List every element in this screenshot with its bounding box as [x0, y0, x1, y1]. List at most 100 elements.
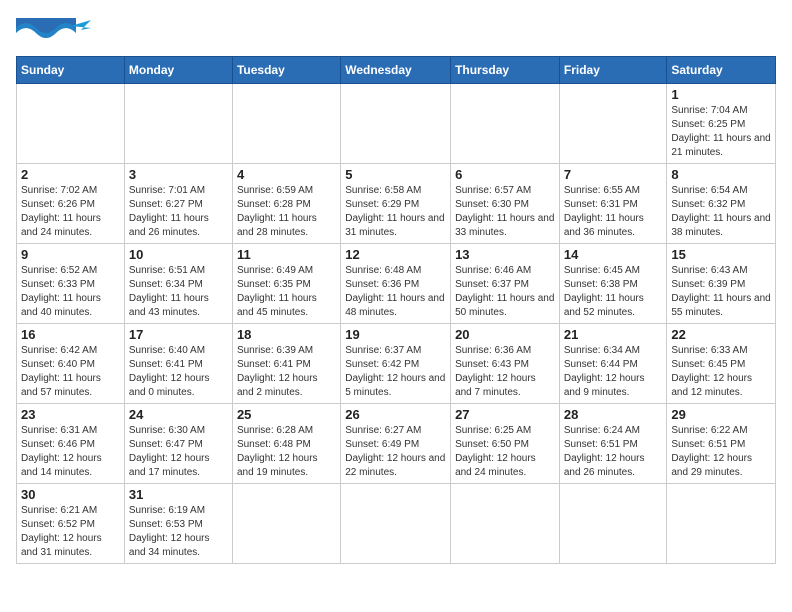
weekday-header-sunday: Sunday — [17, 57, 125, 84]
day-number: 16 — [21, 327, 120, 342]
day-info: Sunrise: 6:30 AM Sunset: 6:47 PM Dayligh… — [129, 424, 228, 480]
day-number: 15 — [671, 247, 771, 262]
day-info: Sunrise: 6:57 AM Sunset: 6:30 PM Dayligh… — [455, 184, 555, 240]
day-cell: 23 Sunrise: 6:31 AM Sunset: 6:46 PM Dayli… — [17, 404, 125, 484]
day-cell: 19 Sunrise: 6:37 AM Sunset: 6:42 PM Dayli… — [341, 324, 451, 404]
day-cell: 17Sunrise: 6:40 AM Sunset: 6:41 PM Dayli… — [124, 324, 232, 404]
day-info: Sunrise: 6:48 AM Sunset: 6:36 PM Dayligh… — [345, 264, 446, 320]
day-number: 1 — [671, 87, 771, 102]
day-cell — [124, 84, 232, 164]
day-cell: 12Sunrise: 6:48 AM Sunset: 6:36 PM Dayli… — [341, 244, 451, 324]
day-cell — [341, 484, 451, 564]
day-cell: 14 Sunrise: 6:45 AM Sunset: 6:38 PM Dayli… — [559, 244, 667, 324]
page-header — [16, 16, 776, 48]
weekday-header-saturday: Saturday — [667, 57, 776, 84]
day-number: 28 — [564, 407, 663, 422]
day-info: Sunrise: 6:24 AM Sunset: 6:51 PM Dayligh… — [564, 424, 663, 480]
day-info: Sunrise: 6:42 AM Sunset: 6:40 PM Dayligh… — [21, 344, 120, 400]
weekday-header-monday: Monday — [124, 57, 232, 84]
day-info: Sunrise: 6:51 AM Sunset: 6:34 PM Dayligh… — [129, 264, 228, 320]
day-number: 25 — [237, 407, 336, 422]
day-cell: 24 Sunrise: 6:30 AM Sunset: 6:47 PM Dayli… — [124, 404, 232, 484]
day-number: 24 — [129, 407, 228, 422]
week-row-3: 9 Sunrise: 6:52 AM Sunset: 6:33 PM Daylig… — [17, 244, 776, 324]
day-info: Sunrise: 6:54 AM Sunset: 6:32 PM Dayligh… — [671, 184, 771, 240]
day-info: Sunrise: 6:58 AM Sunset: 6:29 PM Dayligh… — [345, 184, 446, 240]
day-cell: 21Sunrise: 6:34 AM Sunset: 6:44 PM Dayli… — [559, 324, 667, 404]
day-cell: 2 Sunrise: 7:02 AM Sunset: 6:26 PM Daylig… — [17, 164, 125, 244]
day-cell: 28 Sunrise: 6:24 AM Sunset: 6:51 PM Dayli… — [559, 404, 667, 484]
day-info: Sunrise: 6:55 AM Sunset: 6:31 PM Dayligh… — [564, 184, 663, 240]
day-info: Sunrise: 7:02 AM Sunset: 6:26 PM Dayligh… — [21, 184, 120, 240]
day-info: Sunrise: 6:39 AM Sunset: 6:41 PM Dayligh… — [237, 344, 336, 400]
week-row-1: 1 Sunrise: 7:04 AM Sunset: 6:25 PM Daylig… — [17, 84, 776, 164]
day-cell: 18 Sunrise: 6:39 AM Sunset: 6:41 PM Dayli… — [232, 324, 340, 404]
day-info: Sunrise: 6:37 AM Sunset: 6:42 PM Dayligh… — [345, 344, 446, 400]
day-cell: 9 Sunrise: 6:52 AM Sunset: 6:33 PM Daylig… — [17, 244, 125, 324]
day-cell: 8 Sunrise: 6:54 AM Sunset: 6:32 PM Daylig… — [667, 164, 776, 244]
day-info: Sunrise: 6:43 AM Sunset: 6:39 PM Dayligh… — [671, 264, 771, 320]
day-cell: 26 Sunrise: 6:27 AM Sunset: 6:49 PM Dayli… — [341, 404, 451, 484]
weekday-header-tuesday: Tuesday — [232, 57, 340, 84]
day-number: 22 — [671, 327, 771, 342]
day-cell — [559, 484, 667, 564]
day-cell: 6Sunrise: 6:57 AM Sunset: 6:30 PM Daylig… — [451, 164, 560, 244]
day-cell — [451, 484, 560, 564]
day-cell — [232, 84, 340, 164]
day-info: Sunrise: 6:22 AM Sunset: 6:51 PM Dayligh… — [671, 424, 771, 480]
weekday-header-wednesday: Wednesday — [341, 57, 451, 84]
day-number: 11 — [237, 247, 336, 262]
week-row-2: 2 Sunrise: 7:02 AM Sunset: 6:26 PM Daylig… — [17, 164, 776, 244]
logo-shape — [16, 18, 96, 48]
week-row-5: 23 Sunrise: 6:31 AM Sunset: 6:46 PM Dayli… — [17, 404, 776, 484]
day-info: Sunrise: 7:04 AM Sunset: 6:25 PM Dayligh… — [671, 104, 771, 160]
day-info: Sunrise: 6:46 AM Sunset: 6:37 PM Dayligh… — [455, 264, 555, 320]
weekday-header-thursday: Thursday — [451, 57, 560, 84]
day-number: 19 — [345, 327, 446, 342]
day-info: Sunrise: 6:27 AM Sunset: 6:49 PM Dayligh… — [345, 424, 446, 480]
calendar-body: 1 Sunrise: 7:04 AM Sunset: 6:25 PM Daylig… — [17, 84, 776, 564]
day-cell: 4 Sunrise: 6:59 AM Sunset: 6:28 PM Daylig… — [232, 164, 340, 244]
day-info: Sunrise: 6:52 AM Sunset: 6:33 PM Dayligh… — [21, 264, 120, 320]
day-cell — [232, 484, 340, 564]
day-number: 2 — [21, 167, 120, 182]
day-cell — [341, 84, 451, 164]
day-number: 10 — [129, 247, 228, 262]
day-cell: 13Sunrise: 6:46 AM Sunset: 6:37 PM Dayli… — [451, 244, 560, 324]
weekday-header-friday: Friday — [559, 57, 667, 84]
week-row-6: 30Sunrise: 6:21 AM Sunset: 6:52 PM Dayli… — [17, 484, 776, 564]
day-cell: 29Sunrise: 6:22 AM Sunset: 6:51 PM Dayli… — [667, 404, 776, 484]
day-number: 14 — [564, 247, 663, 262]
day-cell: 3 Sunrise: 7:01 AM Sunset: 6:27 PM Daylig… — [124, 164, 232, 244]
day-cell: 16 Sunrise: 6:42 AM Sunset: 6:40 PM Dayli… — [17, 324, 125, 404]
day-number: 3 — [129, 167, 228, 182]
day-number: 8 — [671, 167, 771, 182]
day-number: 7 — [564, 167, 663, 182]
day-number: 26 — [345, 407, 446, 422]
day-number: 23 — [21, 407, 120, 422]
day-info: Sunrise: 6:19 AM Sunset: 6:53 PM Dayligh… — [129, 504, 228, 560]
day-number: 30 — [21, 487, 120, 502]
day-number: 9 — [21, 247, 120, 262]
day-info: Sunrise: 6:45 AM Sunset: 6:38 PM Dayligh… — [564, 264, 663, 320]
day-info: Sunrise: 6:31 AM Sunset: 6:46 PM Dayligh… — [21, 424, 120, 480]
day-number: 17 — [129, 327, 228, 342]
day-cell — [17, 84, 125, 164]
day-number: 21 — [564, 327, 663, 342]
day-cell: 31 Sunrise: 6:19 AM Sunset: 6:53 PM Dayli… — [124, 484, 232, 564]
day-info: Sunrise: 6:59 AM Sunset: 6:28 PM Dayligh… — [237, 184, 336, 240]
day-info: Sunrise: 7:01 AM Sunset: 6:27 PM Dayligh… — [129, 184, 228, 240]
day-cell: 25 Sunrise: 6:28 AM Sunset: 6:48 PM Dayli… — [232, 404, 340, 484]
logo — [16, 16, 96, 48]
day-cell: 30Sunrise: 6:21 AM Sunset: 6:52 PM Dayli… — [17, 484, 125, 564]
day-number: 27 — [455, 407, 555, 422]
day-number: 4 — [237, 167, 336, 182]
calendar-table: SundayMondayTuesdayWednesdayThursdayFrid… — [16, 56, 776, 564]
day-cell: 20Sunrise: 6:36 AM Sunset: 6:43 PM Dayli… — [451, 324, 560, 404]
day-number: 18 — [237, 327, 336, 342]
day-cell: 5Sunrise: 6:58 AM Sunset: 6:29 PM Daylig… — [341, 164, 451, 244]
day-cell: 27Sunrise: 6:25 AM Sunset: 6:50 PM Dayli… — [451, 404, 560, 484]
day-info: Sunrise: 6:28 AM Sunset: 6:48 PM Dayligh… — [237, 424, 336, 480]
day-number: 31 — [129, 487, 228, 502]
day-cell — [451, 84, 560, 164]
